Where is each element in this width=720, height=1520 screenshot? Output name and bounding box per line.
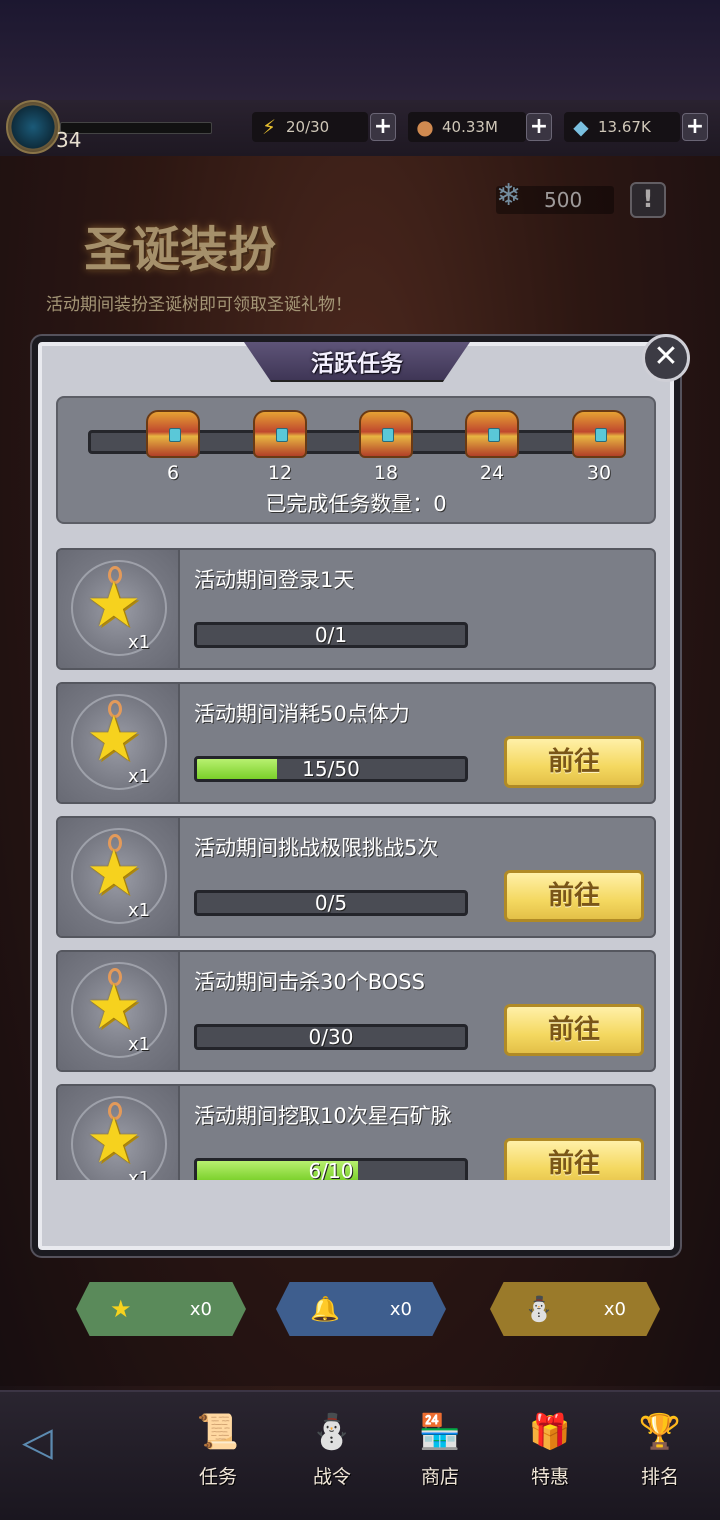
go-button[interactable]: 前往 (504, 1138, 644, 1180)
task-progress-bar: 0/5 (194, 890, 468, 916)
task-card: ★ x1 活动期间挖取10次星石矿脉 6/10 前往 (56, 1084, 656, 1180)
task-description: 活动期间挑战极限挑战5次 (194, 836, 439, 860)
player-level: 34 (56, 128, 82, 152)
reward-box: ★ x1 (58, 684, 180, 802)
task-progress-text: 0/5 (314, 891, 348, 915)
star-medal-icon: ★ (86, 836, 142, 909)
add-coins-button[interactable]: + (526, 113, 552, 141)
gem-counter: ◆ 13.67K (564, 112, 680, 142)
nav-label: 任务 (198, 1466, 237, 1488)
energy-counter: ⚡ 20/30 (252, 112, 368, 142)
nav-label: 商店 (420, 1466, 459, 1488)
task-list[interactable]: ★ x1 活动期间登录1天 0/1 ★ x1 活动期间消耗50点体力 15/50… (56, 548, 656, 1180)
milestone-label: 12 (267, 462, 293, 484)
bell-count: x0 (389, 1298, 412, 1320)
task-card: ★ x1 活动期间挑战极限挑战5次 0/5 前往 (56, 816, 656, 938)
shop-icon: 🏪 (418, 1412, 462, 1452)
star-medal-icon: ★ (86, 568, 142, 641)
task-description: 活动期间击杀30个BOSS (194, 970, 425, 994)
nav-label: 特惠 (530, 1466, 569, 1488)
reward-multiplier: x1 (128, 1168, 151, 1180)
add-gems-button[interactable]: + (682, 113, 708, 141)
task-progress-bar: 6/10 (194, 1158, 468, 1180)
star-counter: ★ x0 (76, 1282, 246, 1336)
coin-counter: ● 40.33M (408, 112, 526, 142)
task-progress-text: 0/1 (314, 623, 348, 647)
gem-value: 13.67K (598, 118, 651, 136)
reward-box: ★ x1 (58, 818, 180, 936)
bell-counter: 🔔 x0 (276, 1282, 446, 1336)
chest-icon[interactable] (359, 410, 413, 458)
reward-multiplier: x1 (128, 766, 151, 787)
star-medal-icon: ★ (86, 970, 142, 1043)
close-button[interactable]: ✕ (642, 334, 690, 382)
energy-value: 20/30 (286, 118, 330, 136)
reward-box: ★ x1 (58, 1086, 180, 1180)
add-energy-button[interactable]: + (370, 113, 396, 141)
snowman-counter: ⛄ x0 (490, 1282, 660, 1336)
trophy-icon: 🏆 (638, 1412, 682, 1452)
milestone-label: 24 (479, 462, 505, 484)
reward-multiplier: x1 (128, 1034, 151, 1055)
milestone-label: 18 (373, 462, 399, 484)
task-progress-text: 0/30 (308, 1025, 354, 1049)
chest-icon[interactable] (465, 410, 519, 458)
coin-value: 40.33M (442, 118, 498, 136)
milestone-label: 6 (166, 462, 180, 484)
nav-shop[interactable]: 🏪 商店 (400, 1404, 480, 1490)
task-progress-bar: 0/1 (194, 622, 468, 648)
task-progress-text: 6/10 (308, 1159, 354, 1180)
scene-top-band (0, 0, 720, 100)
gem-icon: ◆ (573, 115, 589, 139)
go-button[interactable]: 前往 (504, 736, 644, 788)
chest-icon[interactable] (146, 410, 200, 458)
nav-label: 排名 (640, 1466, 679, 1488)
task-description: 活动期间挖取10次星石矿脉 (194, 1104, 452, 1128)
task-card: ★ x1 活动期间击杀30个BOSS 0/30 前往 (56, 950, 656, 1072)
nav-tasks[interactable]: 📜 任务 (178, 1404, 258, 1490)
completed-count: 已完成任务数量：0 (265, 492, 447, 516)
coin-icon: ● (416, 115, 434, 139)
star-icon: ★ (110, 1295, 132, 1323)
star-medal-icon: ★ (86, 702, 142, 775)
modal-title: 活跃任务 (311, 351, 403, 377)
snowman-icon: ⛄ (310, 1412, 354, 1452)
snowman-count: x0 (603, 1298, 626, 1320)
task-description: 活动期间登录1天 (194, 568, 355, 592)
reward-box: ★ x1 (58, 952, 180, 1070)
go-button[interactable]: 前往 (504, 1004, 644, 1056)
bell-icon: 🔔 (310, 1295, 340, 1323)
xp-bar (60, 122, 212, 134)
reward-box: ★ x1 (58, 550, 180, 668)
nav-battle-pass[interactable]: ⛄ 战令 (292, 1404, 372, 1490)
star-medal-icon: ★ (86, 1104, 142, 1177)
player-avatar[interactable] (6, 100, 60, 154)
gift-icon: 🎁 (528, 1412, 572, 1452)
task-description: 活动期间消耗50点体力 (194, 702, 410, 726)
reward-multiplier: x1 (128, 900, 151, 921)
chest-icon[interactable] (572, 410, 626, 458)
go-button[interactable]: 前往 (504, 870, 644, 922)
task-progress-bar: 15/50 (194, 756, 468, 782)
task-progress-text: 15/50 (302, 757, 360, 781)
star-count: x0 (189, 1298, 212, 1320)
milestone-label: 30 (586, 462, 612, 484)
task-progress-bar: 0/30 (194, 1024, 468, 1050)
reward-multiplier: x1 (128, 632, 151, 653)
chest-icon[interactable] (253, 410, 307, 458)
task-card: ★ x1 活动期间消耗50点体力 15/50 前往 (56, 682, 656, 804)
nav-deals[interactable]: 🎁 特惠 (510, 1404, 590, 1490)
scroll-icon: 📜 (196, 1412, 240, 1452)
nav-ranking[interactable]: 🏆 排名 (620, 1404, 700, 1490)
snowman-icon: ⛄ (524, 1295, 554, 1323)
lightning-icon: ⚡ (261, 115, 277, 139)
nav-label: 战令 (312, 1466, 351, 1488)
task-card: ★ x1 活动期间登录1天 0/1 (56, 548, 656, 670)
back-arrow-icon[interactable]: ◁ (22, 1420, 108, 1464)
